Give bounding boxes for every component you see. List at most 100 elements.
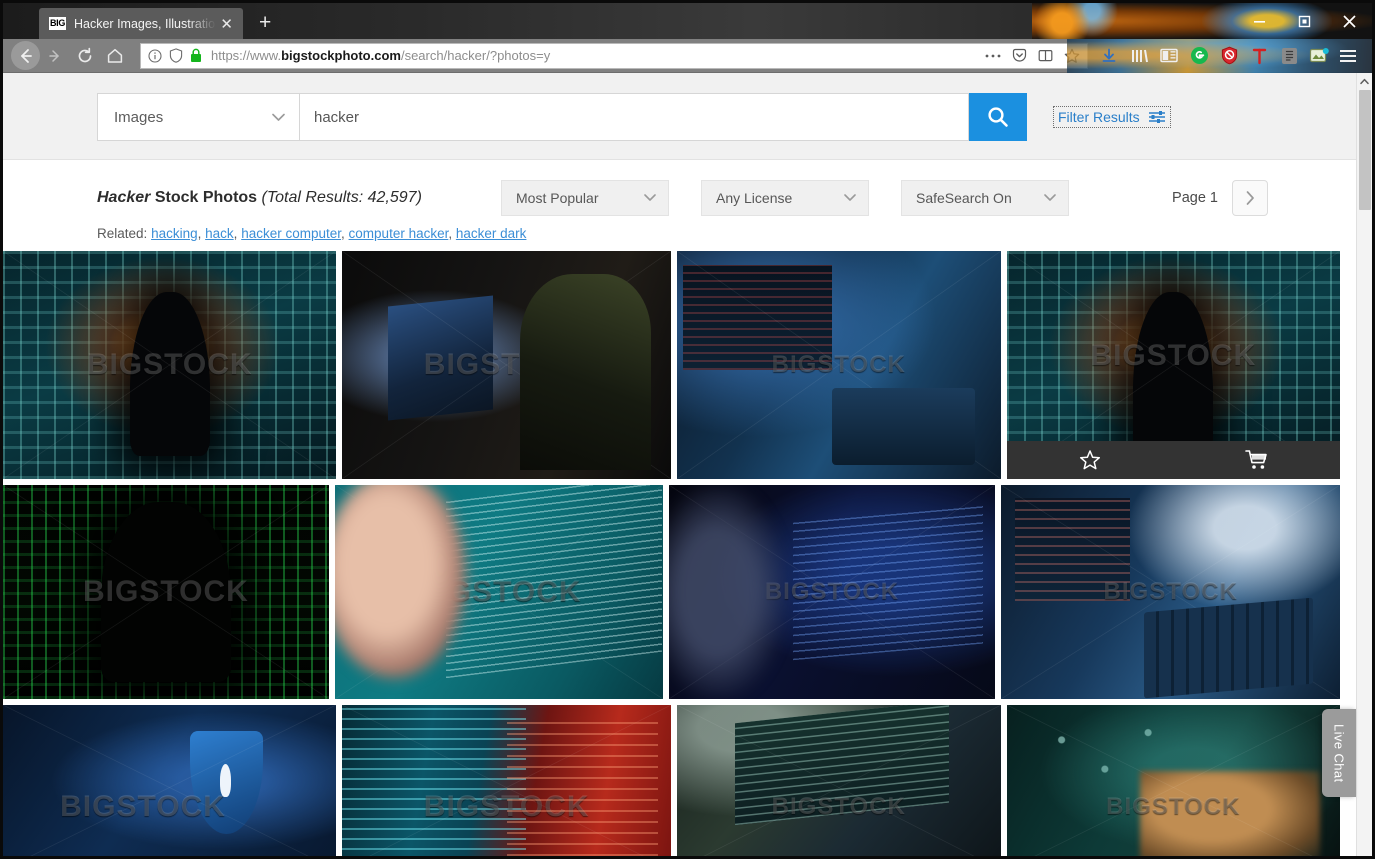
grid-row: BIGSTOCK BIGSTOCK BIGSTOCK BIGSTOCK (3, 251, 1341, 479)
filter-results-button[interactable]: Filter Results (1053, 106, 1171, 128)
watermark-lines (334, 485, 663, 699)
favorite-button[interactable] (1007, 449, 1174, 471)
live-chat-label: Live Chat (1331, 723, 1347, 783)
search-category-value: Images (114, 108, 164, 126)
minimize-button[interactable] (1237, 3, 1282, 39)
watermark-text: BIGSTOCK (764, 578, 900, 605)
chevron-down-icon (272, 113, 285, 121)
pocket-icon (1012, 48, 1027, 62)
watermark-lines (342, 705, 671, 856)
related-link-hack[interactable]: hack (205, 226, 234, 241)
tab-favicon-bigstock: BIG (49, 17, 66, 30)
result-image-5[interactable]: BIGSTOCK (3, 485, 329, 699)
chevron-down-icon (844, 194, 856, 201)
live-chat-tab[interactable]: Live Chat (1322, 709, 1356, 797)
result-image-11[interactable]: BIGSTOCK (676, 705, 1001, 856)
related-link-hacking[interactable]: hacking (151, 226, 198, 241)
search-form: Images hacker Filter Results (3, 93, 1356, 141)
result-image-8[interactable]: BIGSTOCK (1001, 485, 1340, 699)
bitwarden-icon[interactable] (1276, 42, 1302, 70)
sort-select[interactable]: Most Popular (501, 180, 669, 216)
sort-value: Most Popular (516, 190, 599, 206)
watermark-text: BIGSTOCK (1106, 793, 1241, 821)
search-input[interactable]: hacker (299, 93, 969, 141)
downloads-icon[interactable] (1096, 42, 1122, 70)
results-total: (Total Results: 42,597) (261, 189, 422, 206)
url-text[interactable]: https://www.bigstockphoto.com/search/hac… (211, 48, 985, 63)
page-actions-icon (985, 54, 1001, 57)
result-image-7[interactable]: BIGSTOCK (668, 485, 996, 699)
search-submit-button[interactable] (969, 93, 1027, 141)
chevron-down-icon (644, 194, 656, 201)
screenshot-icon[interactable] (1306, 42, 1332, 70)
back-button[interactable] (11, 41, 40, 70)
result-image-4[interactable]: BIGSTOCK (1006, 251, 1341, 479)
adblock-icon[interactable] (1216, 42, 1242, 70)
related-label: Related: (97, 226, 148, 241)
chevron-right-icon (1246, 191, 1254, 205)
url-bar[interactable]: https://www.bigstockphoto.com/search/hac… (140, 42, 1088, 69)
result-image-9[interactable]: BIGSTOCK (3, 705, 337, 856)
license-select[interactable]: Any License (701, 180, 869, 216)
results-header: Hacker Stock Photos (Total Results: 42,5… (3, 160, 1356, 251)
watermark-text: BIGSTOCK (1103, 578, 1238, 605)
results-title-row: Hacker Stock Photos (Total Results: 42,5… (3, 180, 1356, 216)
page-scrollbar[interactable] (1356, 73, 1372, 856)
tab-close-icon[interactable]: ✕ (216, 15, 237, 33)
home-button[interactable] (100, 41, 130, 71)
result-image-2[interactable]: BIGSTOCK (342, 251, 671, 479)
watermark-lines (3, 485, 329, 699)
result-image-1[interactable]: BIGSTOCK (3, 251, 337, 479)
page-label: Page 1 (1172, 190, 1218, 206)
safesearch-select[interactable]: SafeSearch On (901, 180, 1069, 216)
add-to-cart-button[interactable] (1173, 449, 1340, 471)
forward-button[interactable] (40, 41, 70, 71)
result-image-6[interactable]: BIGSTOCK (334, 485, 663, 699)
watermark-lines (668, 485, 996, 699)
maximize-button[interactable] (1282, 3, 1327, 39)
results-title-rest: Stock Photos (154, 189, 258, 206)
related-link-hacker-computer[interactable]: hacker computer (241, 226, 341, 241)
close-button[interactable] (1327, 3, 1372, 39)
results-keyword: Hacker (97, 189, 151, 206)
next-page-button[interactable] (1232, 180, 1268, 216)
hamburger-menu-button[interactable] (1332, 48, 1364, 64)
scroll-up-arrow[interactable] (1357, 73, 1372, 90)
new-tab-button[interactable]: + (259, 11, 271, 35)
identity-icons (148, 48, 202, 63)
site-search-header: Images hacker Filter Results (3, 73, 1356, 160)
watermark-lines (1006, 705, 1341, 856)
scroll-thumb[interactable] (1359, 90, 1371, 210)
extension-toolbar (1096, 42, 1332, 70)
watermark-lines (676, 251, 1001, 479)
translate-icon[interactable] (1246, 42, 1272, 70)
image-hover-actions (1006, 441, 1341, 479)
grammarly-icon[interactable] (1186, 42, 1212, 70)
related-searches: Related: hacking, hack, hacker computer,… (97, 226, 527, 241)
library-icon[interactable] (1126, 42, 1152, 70)
result-image-10[interactable]: BIGSTOCK (342, 705, 671, 856)
tab-strip: BIG Hacker Images, Illustrations & ✕ + (3, 3, 1372, 39)
watermark-lines (676, 705, 1001, 856)
image-results-grid: BIGSTOCK BIGSTOCK BIGSTOCK BIGSTOCK BIGS… (3, 251, 1356, 856)
search-category-select[interactable]: Images (97, 93, 299, 141)
tab-title: Hacker Images, Illustrations & (74, 16, 216, 31)
watermark-text: BIGSTOCK (771, 351, 906, 378)
result-image-3[interactable]: BIGSTOCK (676, 251, 1001, 479)
watermark-text: BIGSTOCK (423, 790, 590, 824)
cart-icon (1244, 450, 1267, 469)
watermark-text: BIGSTOCK (415, 575, 582, 608)
sidebar-icon[interactable] (1156, 42, 1182, 70)
lock-icon (191, 48, 201, 62)
watermark-lines (1001, 485, 1340, 699)
watermark-text: BIGSTOCK (1090, 338, 1257, 372)
result-image-12[interactable]: BIGSTOCK (1006, 705, 1341, 856)
related-link-computer-hacker[interactable]: computer hacker (349, 226, 449, 241)
shield-icon (169, 48, 183, 63)
bigstock-search-page: Images hacker Filter Results Hacker Stoc… (3, 73, 1356, 856)
search-icon (988, 107, 1008, 127)
chevron-down-icon (1044, 194, 1056, 201)
browser-tab[interactable]: BIG Hacker Images, Illustrations & ✕ (39, 8, 243, 39)
reload-button[interactable] (70, 41, 100, 71)
related-link-hacker-dark[interactable]: hacker dark (456, 226, 527, 241)
